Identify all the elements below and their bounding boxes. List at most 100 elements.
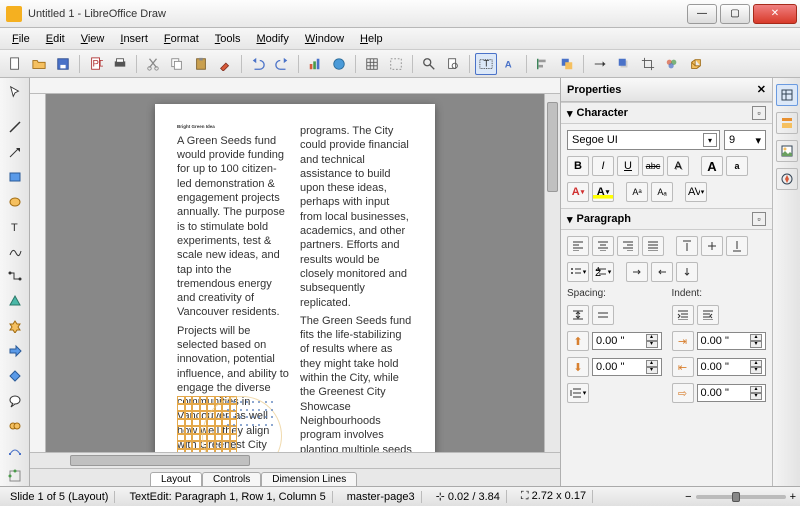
points-tool-icon[interactable] (3, 440, 27, 461)
menu-tools[interactable]: Tools (207, 31, 249, 47)
scrollbar-vertical[interactable] (544, 94, 560, 452)
bold-button[interactable]: B (567, 156, 589, 176)
menu-format[interactable]: Format (156, 31, 207, 47)
paste-icon[interactable] (190, 53, 212, 75)
zoom-page-icon[interactable] (442, 53, 464, 75)
glue-points-icon[interactable] (3, 465, 27, 486)
char-spacing-button[interactable]: AV (685, 182, 707, 202)
paragraph-section-header[interactable]: ▾ Paragraph ▫ (561, 208, 772, 230)
align-left-objects-icon[interactable] (532, 53, 554, 75)
fontwork-icon[interactable]: A (499, 53, 521, 75)
more-options-icon[interactable]: ▫ (752, 212, 766, 226)
align-top-button[interactable] (676, 236, 698, 256)
strike-button[interactable]: abc (642, 156, 664, 176)
menu-insert[interactable]: Insert (112, 31, 156, 47)
align-bottom-button[interactable] (726, 236, 748, 256)
after-indent-input[interactable]: 0.00 "▴▾ (697, 358, 767, 376)
increase-indent-icon[interactable] (672, 305, 694, 325)
line-spacing-button[interactable] (567, 383, 589, 403)
tab-dimension-lines[interactable]: Dimension Lines (261, 472, 357, 486)
extrusion-icon[interactable] (685, 53, 707, 75)
styles-tab-icon[interactable] (776, 112, 798, 134)
crop-icon[interactable] (637, 53, 659, 75)
zoom-out-button[interactable]: − (685, 491, 691, 503)
chart-icon[interactable] (304, 53, 326, 75)
grow-font-button[interactable]: A (701, 156, 723, 176)
export-pdf-icon[interactable]: PDF (85, 53, 107, 75)
arrow-tool-icon[interactable] (3, 142, 27, 163)
zoom-in-button[interactable]: + (790, 491, 796, 503)
superscript-button[interactable]: Aᵃ (626, 182, 648, 202)
menu-view[interactable]: View (73, 31, 113, 47)
ellipse-tool-icon[interactable] (3, 191, 27, 212)
symbol-shapes-icon[interactable] (3, 316, 27, 337)
basic-shapes-icon[interactable] (3, 291, 27, 312)
connector-tool-icon[interactable] (3, 266, 27, 287)
highlight-button[interactable]: A (592, 182, 614, 202)
subscript-button[interactable]: Aₐ (651, 182, 673, 202)
arrange-icon[interactable] (556, 53, 578, 75)
ruler-vertical[interactable] (30, 94, 46, 452)
align-vcenter-button[interactable] (701, 236, 723, 256)
hyperlink-icon[interactable] (328, 53, 350, 75)
filter-icon[interactable] (661, 53, 683, 75)
ruler-horizontal[interactable] (30, 78, 560, 94)
tab-controls[interactable]: Controls (202, 472, 261, 486)
bullets-button[interactable] (567, 262, 589, 282)
save-icon[interactable] (52, 53, 74, 75)
tab-layout[interactable]: Layout (150, 472, 202, 486)
cut-icon[interactable] (142, 53, 164, 75)
canvas-viewport[interactable]: Bright Green Idea A Green Seeds fund wou… (46, 94, 544, 452)
flowchart-icon[interactable] (3, 366, 27, 387)
textbox-icon[interactable]: T (475, 53, 497, 75)
menu-edit[interactable]: Edit (38, 31, 73, 47)
decrease-spacing-icon[interactable] (592, 305, 614, 325)
character-section-header[interactable]: ▾ Character ▫ (561, 102, 772, 124)
menu-modify[interactable]: Modify (248, 31, 296, 47)
status-master[interactable]: master-page3 (341, 491, 422, 503)
close-panel-icon[interactable]: ✕ (757, 83, 766, 96)
ltr-button[interactable] (626, 262, 648, 282)
before-indent-input[interactable]: 0.00 "▴▾ (697, 332, 767, 350)
zoom-slider[interactable] (696, 495, 786, 499)
more-options-icon[interactable]: ▫ (752, 106, 766, 120)
rectangle-tool-icon[interactable] (3, 166, 27, 187)
align-right-button[interactable] (617, 236, 639, 256)
shrink-font-button[interactable]: a (726, 156, 748, 176)
line-ends-icon[interactable] (589, 53, 611, 75)
open-icon[interactable] (28, 53, 50, 75)
menu-window[interactable]: Window (297, 31, 352, 47)
zoom-icon[interactable] (418, 53, 440, 75)
italic-button[interactable]: I (592, 156, 614, 176)
navigator-tab-icon[interactable] (776, 168, 798, 190)
select-tool-icon[interactable] (3, 82, 27, 103)
new-icon[interactable] (4, 53, 26, 75)
above-spacing-icon[interactable]: ⬆ (567, 331, 589, 351)
font-size-select[interactable]: 9 ▾ (724, 130, 766, 150)
maximize-button[interactable]: ▢ (720, 4, 750, 24)
shadow-icon[interactable] (613, 53, 635, 75)
font-color-button[interactable]: A (567, 182, 589, 202)
menu-help[interactable]: Help (352, 31, 391, 47)
close-button[interactable]: ✕ (753, 4, 797, 24)
undo-icon[interactable] (247, 53, 269, 75)
block-arrows-icon[interactable] (3, 341, 27, 362)
align-left-button[interactable] (567, 236, 589, 256)
gallery-tab-icon[interactable] (776, 140, 798, 162)
curve-tool-icon[interactable] (3, 241, 27, 262)
firstline-indent-input[interactable]: 0.00 "▴▾ (697, 384, 767, 402)
scrollbar-horizontal[interactable] (30, 452, 560, 468)
after-indent-icon[interactable]: ⇤ (672, 357, 694, 377)
align-justify-button[interactable] (642, 236, 664, 256)
font-name-select[interactable]: Segoe UI ▾ (567, 130, 720, 150)
below-spacing-icon[interactable]: ⬇ (567, 357, 589, 377)
redo-icon[interactable] (271, 53, 293, 75)
minimize-button[interactable]: — (687, 4, 717, 24)
below-spacing-input[interactable]: 0.00 "▴▾ (592, 358, 662, 376)
helplines-icon[interactable] (385, 53, 407, 75)
print-icon[interactable] (109, 53, 131, 75)
increase-spacing-icon[interactable] (567, 305, 589, 325)
grid-icon[interactable] (361, 53, 383, 75)
ttb-button[interactable] (676, 262, 698, 282)
decrease-indent-icon[interactable] (697, 305, 719, 325)
